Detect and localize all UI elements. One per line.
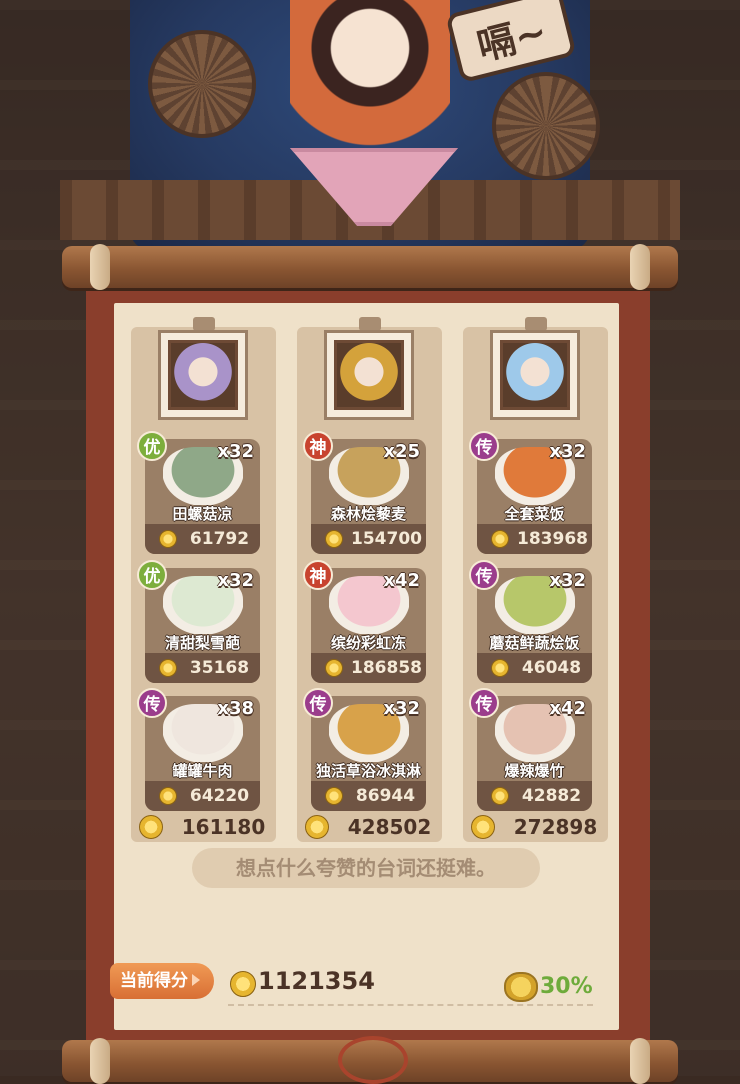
chef-portrait[interactable] [324, 330, 414, 420]
dish-count: x32 [549, 441, 586, 462]
rank-badge: 神 [303, 431, 333, 461]
dish-price-bar: 42882 [477, 781, 592, 811]
coin-icon [471, 815, 495, 839]
rank-badge: 传 [469, 560, 499, 590]
dish-price-bar: 35168 [145, 653, 260, 683]
dish-price-bar: 186858 [311, 653, 426, 683]
dish-count: x32 [217, 441, 254, 462]
rank-badge: 传 [469, 688, 499, 718]
column-total-value: 161180 [181, 815, 266, 839]
dish-count: x32 [549, 570, 586, 591]
dish-name: 森林烩藜麦 [330, 505, 406, 523]
dish-name: 全套菜饭 [504, 505, 565, 523]
dish-card[interactable]: 神 x42 缤纷彩虹冻 186858 [303, 560, 426, 683]
column-total-value: 272898 [513, 815, 598, 839]
dish-count: x32 [383, 698, 420, 719]
dish-count: x32 [217, 570, 254, 591]
blue-haired-character-portrait [500, 340, 570, 410]
coin-icon [159, 530, 177, 548]
chef-column: 传 x32 全套菜饭 183968 传 x32 蘑菇鲜蔬烩饭 46048 传 x42 爆辣爆竹 428… [463, 317, 608, 842]
dish-card[interactable]: 传 x32 独活草浴冰淇淋 86944 [303, 688, 426, 811]
rank-badge: 神 [303, 560, 333, 590]
dish-name: 田螺菇凉 [172, 505, 233, 523]
rank-badge: 优 [137, 560, 167, 590]
dish-price: 86944 [355, 786, 416, 806]
bonus-percent: 30% [540, 974, 593, 999]
coin-icon [325, 787, 343, 805]
opera-masked-character-portrait [334, 340, 404, 410]
dish-card[interactable]: 传 x38 罐罐牛肉 64220 [137, 688, 260, 811]
coin-icon [159, 659, 177, 677]
rank-badge: 优 [137, 431, 167, 461]
dish-name: 独活草浴冰淇淋 [315, 762, 421, 780]
current-score-label: 当前得分 [110, 963, 214, 999]
coin-icon [159, 787, 177, 805]
coin-icon [325, 659, 343, 677]
dish-price-bar: 154700 [311, 524, 426, 554]
quote-text: 想点什么夸赞的台词还挺难。 [192, 848, 540, 888]
dish-card[interactable]: 传 x32 全套菜饭 183968 [469, 431, 592, 554]
dish-name: 缤纷彩虹冻 [330, 634, 406, 652]
dish-price: 186858 [351, 658, 422, 678]
dish-price-bar: 86944 [311, 781, 426, 811]
dish-price-bar: 46048 [477, 653, 592, 683]
pin-icon [524, 317, 547, 331]
dish-count: x25 [383, 441, 420, 462]
dish-count: x42 [383, 570, 420, 591]
arrow-right-icon [192, 974, 200, 986]
column-total: 161180 [139, 815, 276, 841]
dish-name: 爆辣爆竹 [504, 762, 565, 780]
dish-count: x38 [217, 698, 254, 719]
chef-portrait[interactable] [158, 330, 248, 420]
dish-card[interactable]: 传 x32 蘑菇鲜蔬烩饭 46048 [469, 560, 592, 683]
dish-name: 罐罐牛肉 [172, 762, 233, 780]
dish-price: 35168 [189, 658, 250, 678]
divider [228, 1004, 593, 1006]
rank-badge: 传 [303, 688, 333, 718]
host-character-avatar [290, 0, 450, 160]
column-total-value: 428502 [347, 815, 432, 839]
coin-icon [230, 971, 256, 997]
dish-price-bar: 61792 [145, 524, 260, 554]
dish-card[interactable]: 传 x42 爆辣爆竹 42882 [469, 688, 592, 811]
score-value: 1121354 [258, 967, 375, 995]
dish-card[interactable]: 优 x32 田螺菇凉 61792 [137, 431, 260, 554]
pin-icon [358, 317, 381, 331]
coin-icon [491, 659, 509, 677]
dish-price: 154700 [351, 529, 422, 549]
dish-price-bar: 64220 [145, 781, 260, 811]
rank-badge: 传 [137, 688, 167, 718]
chef-column: 神 x25 森林烩藜麦 154700 神 x42 缤纷彩虹冻 186858 传 x32 独活草浴冰淇… [297, 317, 442, 842]
column-total: 428502 [305, 815, 442, 841]
dish-price: 183968 [517, 529, 588, 549]
chef-portrait[interactable] [490, 330, 580, 420]
coin-icon [305, 815, 329, 839]
money-bag-icon [504, 972, 538, 1002]
dish-name: 清甜梨雪葩 [164, 634, 240, 652]
coin-icon [139, 815, 163, 839]
coin-icon [325, 530, 343, 548]
dish-price: 61792 [189, 529, 250, 549]
rank-badge: 传 [469, 431, 499, 461]
coin-icon [491, 530, 509, 548]
dish-price-bar: 183968 [477, 524, 592, 554]
dish-price: 42882 [521, 786, 582, 806]
current-score-label-text: 当前得分 [120, 971, 188, 991]
dish-card[interactable]: 神 x25 森林烩藜麦 154700 [303, 431, 426, 554]
purple-haired-character-portrait [168, 340, 238, 410]
chef-column: 优 x32 田螺菇凉 61792 优 x32 清甜梨雪葩 35168 传 x38 罐罐牛肉 64220… [131, 317, 276, 842]
column-total: 272898 [471, 815, 608, 841]
dish-name: 蘑菇鲜蔬烩饭 [489, 634, 580, 652]
folding-fan-icon [492, 72, 600, 180]
coin-icon [491, 787, 509, 805]
chinese-knot-icon [338, 1036, 408, 1084]
dish-price: 64220 [189, 786, 250, 806]
folding-fan-icon [148, 30, 256, 138]
scroll-rod-top [62, 244, 678, 290]
pin-icon [192, 317, 215, 331]
dish-count: x42 [549, 698, 586, 719]
dish-card[interactable]: 优 x32 清甜梨雪葩 35168 [137, 560, 260, 683]
dish-price: 46048 [521, 658, 582, 678]
